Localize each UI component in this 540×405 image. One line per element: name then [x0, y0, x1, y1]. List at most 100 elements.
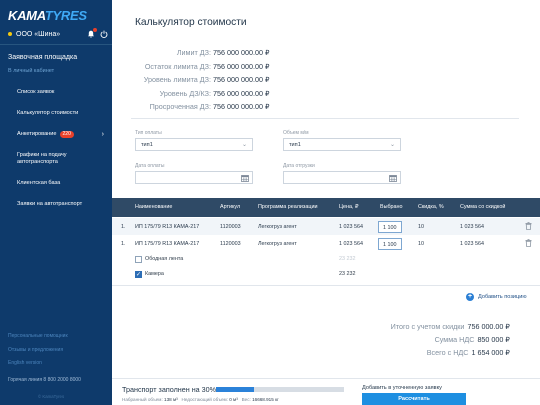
sidebar-item-survey[interactable]: Анкетирование 220 ›	[0, 124, 112, 145]
option-price: 23 232	[339, 256, 356, 262]
column-header-price: Цена, ₽	[339, 204, 359, 210]
sidebar-item-calculator[interactable]: Калькулятор стоимости	[0, 103, 112, 124]
feedback-link[interactable]: Отзывы и предложения	[8, 344, 68, 358]
payment-type-select[interactable]: тип1 ⌄	[135, 138, 253, 151]
product-article: 1120003	[220, 223, 241, 230]
column-header-selected: Выбрано	[380, 204, 403, 210]
limit-row: Остаток лимита ДЗ: 756 000 000.00 ₽	[112, 60, 402, 74]
option-tube: ✓ Камера 23 232	[112, 267, 540, 282]
org-name[interactable]: ООО «Шина»	[16, 31, 87, 38]
table-row: 1. ИП 175/79 R13 КАМА-217 1120003 Легког…	[112, 218, 540, 235]
tube-checkbox[interactable]: ✓	[135, 270, 142, 278]
quantity-input[interactable]: 1 100	[378, 237, 402, 250]
bell-icon[interactable]	[87, 28, 97, 38]
payment-date-input[interactable]	[135, 171, 253, 184]
total-value: 756 000.00 ₽	[467, 322, 510, 331]
sidebar: KAMATYRES ООО «Шина» Заявочная площадка …	[0, 0, 112, 405]
limit-row: Просроченная ДЗ: 756 000 000.00 ₽	[112, 100, 402, 114]
status-dot	[8, 32, 12, 36]
sales-program: Легкогруз агент	[258, 223, 297, 230]
limit-value: 756 000 000.00 ₽	[213, 102, 270, 112]
limit-value: 756 000 000.00 ₽	[213, 88, 270, 98]
shipment-date-input[interactable]	[283, 171, 401, 184]
sidebar-item-requests[interactable]: Список заявок	[0, 82, 112, 103]
limit-label: Остаток лимита ДЗ:	[144, 61, 211, 71]
transport-fill-label: Транспорт заполнен на 30%	[122, 385, 217, 394]
total-value: 1 654 000 ₽	[471, 348, 510, 357]
discount: 10	[418, 240, 424, 247]
table-divider	[112, 285, 540, 286]
volume-label: Объем м/м	[283, 130, 309, 136]
chevron-right-icon: ›	[101, 131, 104, 138]
selected-volume: 138 м³	[164, 397, 178, 402]
english-version-link[interactable]: English version	[8, 357, 68, 371]
limits-block: Лимит ДЗ: 756 000 000.00 ₽ Остаток лимита…	[112, 46, 402, 114]
weight-label: Вес:	[241, 397, 251, 402]
missing-volume-label: Недостающий объем:	[181, 397, 228, 402]
logo-tyres: TYRES	[44, 7, 87, 23]
limit-label: Уровень ДЗ/КЗ:	[159, 88, 211, 98]
total-row: Сумма НДС 850 000 ₽	[391, 333, 510, 346]
limit-value: 756 000 000.00 ₽	[213, 48, 270, 58]
sidebar-item-label: Список заявок	[17, 89, 55, 95]
sidebar-item-label: Заявки на автотранспорт	[17, 201, 83, 207]
discount: 10	[418, 223, 424, 230]
personal-cabinet-link[interactable]: В личный кабинет	[8, 68, 54, 74]
personal-assistant-link[interactable]: Персональные помощник	[8, 330, 68, 344]
column-header-article: Артикул	[220, 204, 241, 210]
price: 1 023 564	[339, 223, 363, 230]
limit-row: Уровень ДЗ/КЗ: 756 000 000.00 ₽	[112, 87, 402, 101]
footer-stats: Набранный объем: 138 м³ Недостающий объе…	[122, 397, 279, 402]
sidebar-item-transport-requests[interactable]: Заявки на автотранспорт	[0, 194, 112, 215]
column-header-name: Наименование	[135, 204, 173, 210]
divider	[131, 118, 519, 119]
option-rim-tape: Ободная лента 23 232	[112, 252, 540, 267]
shipment-date-label: Дата отгрузки	[283, 163, 315, 169]
sum-with-discount: 1 023 564	[460, 240, 484, 247]
sum-with-discount: 1 023 564	[460, 223, 484, 230]
sidebar-item-client-base[interactable]: Клиентская база	[0, 173, 112, 194]
limit-row: Лимит ДЗ: 756 000 000.00 ₽	[112, 46, 402, 60]
copyright: © KamaTyres	[38, 394, 65, 399]
add-position-button[interactable]: + Добавить позицию	[466, 293, 527, 301]
org-row: ООО «Шина»	[8, 28, 108, 38]
trash-icon[interactable]	[525, 222, 532, 232]
total-label: Сумма НДС	[434, 335, 475, 344]
add-to-request-link[interactable]: Добавить в уточненную заявку	[362, 385, 442, 391]
product-article: 1120003	[220, 240, 241, 247]
totals-block: Итого с учетом скидки 756 000.00 ₽ Сумма …	[391, 320, 510, 359]
transport-progress-bar	[216, 387, 344, 392]
limit-value: 756 000 000.00 ₽	[213, 61, 270, 71]
calculate-button[interactable]: Рассчитать	[362, 393, 466, 405]
total-value: 850 000 ₽	[477, 335, 510, 344]
limit-value: 756 000 000.00 ₽	[213, 75, 270, 85]
product-name: ИП 175/79 R13 КАМА-217	[135, 223, 200, 230]
table-header: Наименование Артикул Программа реализаци…	[112, 198, 540, 217]
sidebar-item-label: Калькулятор стоимости	[17, 110, 79, 116]
power-icon[interactable]	[100, 30, 108, 38]
column-header-sum: Сумма со скидкой	[460, 204, 506, 210]
calendar-icon[interactable]	[389, 174, 397, 184]
kama-tyres-logo[interactable]: KAMATYRES	[8, 7, 87, 23]
rim-tape-checkbox[interactable]	[135, 255, 142, 263]
survey-count-badge: 220	[59, 131, 74, 138]
sidebar-item-transport-schedule[interactable]: Графики на подачу автотранспорта	[0, 145, 112, 173]
table-row: 1. ИП 175/79 R13 КАМА-217 1120003 Легког…	[112, 235, 540, 252]
notification-dot	[93, 28, 97, 32]
sidebar-divider	[0, 44, 112, 45]
selected-volume-label: Набранный объем:	[122, 397, 163, 402]
trash-icon[interactable]	[525, 239, 532, 249]
volume-select[interactable]: тип1 ⌄	[283, 138, 401, 151]
total-label: Итого с учетом скидки	[390, 322, 465, 331]
column-header-discount: Скидка, %	[418, 204, 444, 210]
bottom-links: Персональные помощник Отзывы и предложен…	[8, 330, 68, 371]
product-name: ИП 175/79 R13 КАМА-217	[135, 240, 200, 247]
column-header-program: Программа реализации	[258, 204, 318, 210]
row-number: 1.	[121, 240, 126, 247]
plus-icon: +	[466, 293, 474, 301]
calendar-icon[interactable]	[241, 174, 249, 184]
price: 1 023 564	[339, 240, 363, 247]
quantity-input[interactable]: 1 100	[378, 220, 402, 233]
payment-type-label: Тип оплаты	[135, 130, 162, 136]
page-title: Калькулятор стоимости	[135, 17, 247, 28]
